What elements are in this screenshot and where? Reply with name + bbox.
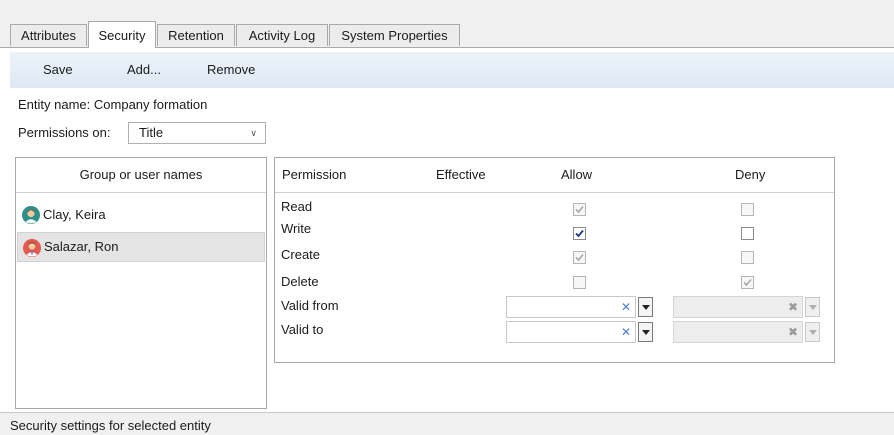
clear-icon[interactable]: ✖ <box>788 322 798 342</box>
valid-to-deny-input[interactable]: ✖ <box>673 321 803 343</box>
permissions-on-select[interactable]: Title ∨ <box>128 122 266 144</box>
permissions-on-value: Title <box>139 125 164 140</box>
user-name: Salazar, Ron <box>44 239 119 254</box>
clear-icon[interactable]: ✖ <box>788 297 798 317</box>
chevron-down-icon: ∨ <box>250 128 257 138</box>
add-button[interactable]: Add... <box>127 52 161 88</box>
permissions-grid: Permission Effective Allow Deny Read Wri… <box>274 157 835 363</box>
tab-activity-log[interactable]: Activity Log <box>236 24 328 46</box>
check-icon <box>575 229 584 238</box>
entity-name-label: Entity name: <box>18 97 91 112</box>
clear-icon[interactable]: ✕ <box>621 322 631 342</box>
permission-label-create: Create <box>281 247 321 262</box>
deny-read-checkbox[interactable] <box>741 203 754 216</box>
user-list-item[interactable]: Clay, Keira <box>17 200 265 230</box>
permission-label-delete: Delete <box>281 274 319 289</box>
col-header-allow: Allow <box>561 167 593 182</box>
valid-from-allow-input[interactable]: ✕ <box>506 296 636 318</box>
group-user-header: Group or user names <box>16 158 266 193</box>
check-icon <box>575 205 584 214</box>
chevron-down-icon <box>642 330 650 335</box>
col-header-permission: Permission <box>282 167 347 182</box>
doctor-user-icon <box>23 239 41 257</box>
permissions-on-label: Permissions on: <box>18 125 111 140</box>
tab-security[interactable]: Security <box>88 21 156 48</box>
deny-write-checkbox[interactable] <box>741 227 754 240</box>
header-divider <box>275 192 834 193</box>
permission-label-write: Write <box>281 221 312 236</box>
valid-to-allow-dropdown[interactable] <box>638 322 653 342</box>
user-name: Clay, Keira <box>43 207 106 222</box>
check-icon <box>743 278 752 287</box>
valid-to-deny-dropdown[interactable] <box>805 322 820 342</box>
valid-from-allow-dropdown[interactable] <box>638 297 653 317</box>
col-header-effective: Effective <box>436 167 486 182</box>
deny-create-checkbox[interactable] <box>741 251 754 264</box>
chevron-down-icon <box>809 305 817 310</box>
allow-read-checkbox[interactable] <box>573 203 586 216</box>
save-button[interactable]: Save <box>43 52 73 88</box>
status-bar: Security settings for selected entity <box>0 412 894 435</box>
toolbar: Save Add... Remove <box>10 52 894 88</box>
allow-create-checkbox[interactable] <box>573 251 586 264</box>
remove-button[interactable]: Remove <box>207 52 255 88</box>
valid-from-label: Valid from <box>281 298 339 313</box>
allow-write-checkbox[interactable] <box>573 227 586 240</box>
check-icon <box>575 253 584 262</box>
entity-name-row: Entity name: Company formation <box>18 96 207 114</box>
tab-system-properties[interactable]: System Properties <box>329 24 460 46</box>
tab-retention[interactable]: Retention <box>157 24 235 46</box>
col-header-deny: Deny <box>735 167 766 182</box>
user-list-item-selected[interactable]: Salazar, Ron <box>17 232 265 262</box>
valid-from-deny-dropdown[interactable] <box>805 297 820 317</box>
permission-label-read: Read <box>281 199 313 214</box>
female-user-icon <box>22 206 40 224</box>
valid-to-label: Valid to <box>281 322 324 337</box>
valid-from-deny-input[interactable]: ✖ <box>673 296 803 318</box>
group-user-list: Group or user names Clay, Keira Salazar,… <box>15 157 267 409</box>
status-text: Security settings for selected entity <box>10 418 211 433</box>
allow-delete-checkbox[interactable] <box>573 276 586 289</box>
clear-icon[interactable]: ✕ <box>621 297 631 317</box>
valid-to-allow-input[interactable]: ✕ <box>506 321 636 343</box>
chevron-down-icon <box>809 330 817 335</box>
chevron-down-icon <box>642 305 650 310</box>
entity-name-value: Company formation <box>93 97 208 112</box>
deny-delete-checkbox[interactable] <box>741 276 754 289</box>
tab-attributes[interactable]: Attributes <box>10 24 87 46</box>
